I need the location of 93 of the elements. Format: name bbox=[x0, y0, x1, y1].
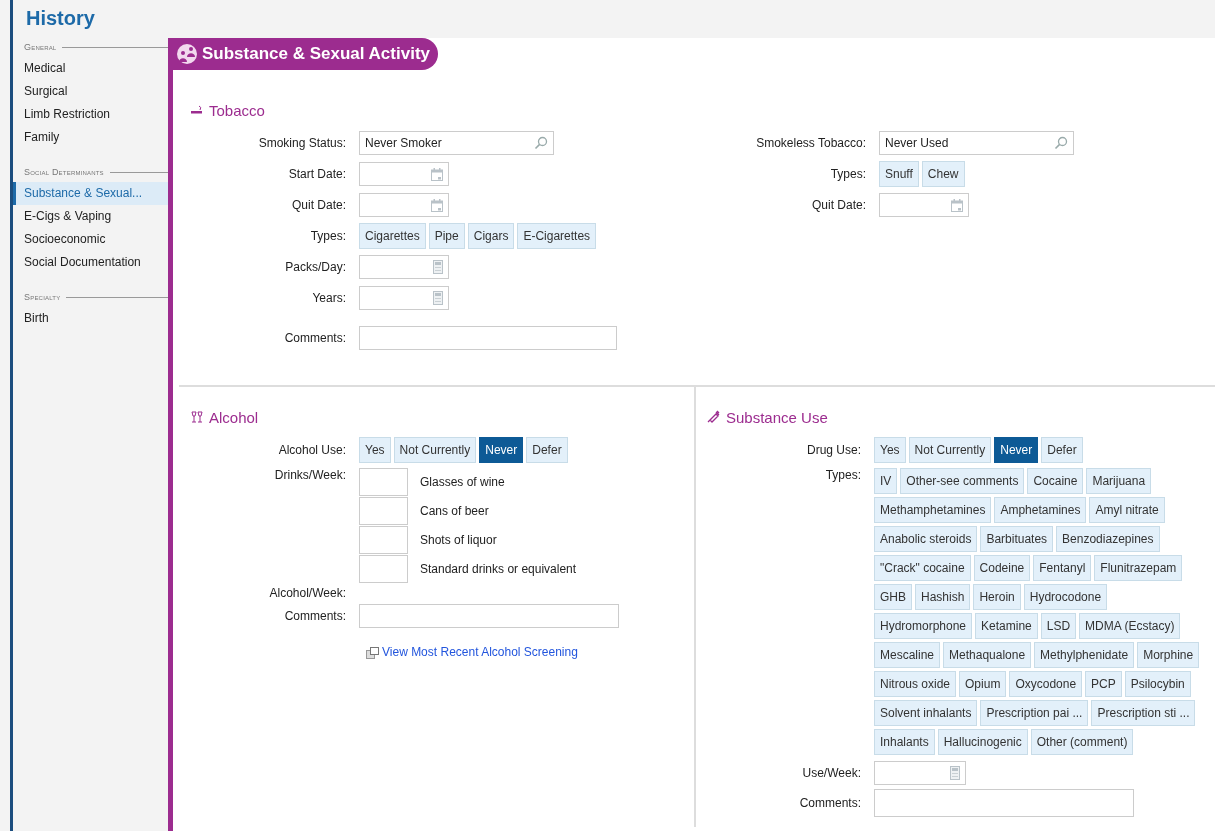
field-label: Comments: bbox=[798, 796, 861, 810]
section-heading: Alcohol bbox=[209, 408, 259, 426]
toggle-button[interactable]: Prescription pai ... bbox=[980, 700, 1089, 726]
toggle-button[interactable]: Not Currently bbox=[393, 437, 477, 463]
field-label: Smokeless Tobacco: bbox=[755, 136, 866, 150]
toggle-button[interactable]: Amphetamines bbox=[994, 497, 1087, 523]
nav-item[interactable]: Socioeconomic bbox=[13, 228, 168, 251]
toggle-button[interactable]: Flunitrazepam bbox=[1094, 555, 1183, 581]
screening-link[interactable]: View Most Recent Alcohol Screening bbox=[382, 645, 578, 659]
toggle-button[interactable]: Cigars bbox=[467, 223, 515, 249]
section-heading: Substance Use bbox=[726, 408, 828, 426]
field-label: Quit Date: bbox=[290, 198, 346, 212]
field-label: Comments: bbox=[283, 609, 346, 623]
toggle-button[interactable]: E-Cigarettes bbox=[517, 223, 597, 249]
toggle-button[interactable]: Cocaine bbox=[1027, 468, 1084, 494]
toggle-button[interactable]: Heroin bbox=[973, 584, 1021, 610]
field-label: Comments: bbox=[283, 331, 346, 345]
toggle-button[interactable]: Benzodiazepines bbox=[1056, 526, 1160, 552]
field-label: Years: bbox=[311, 291, 346, 305]
drink-label: Glasses of wine bbox=[420, 475, 505, 489]
toggle-button[interactable]: Oxycodone bbox=[1009, 671, 1083, 697]
toggle-button[interactable]: Hydromorphone bbox=[874, 613, 973, 639]
field-label: Drinks/Week: bbox=[273, 468, 346, 482]
field-label: Drug Use: bbox=[805, 443, 861, 457]
nav-item[interactable]: Medical bbox=[13, 57, 168, 80]
toggle-button[interactable]: Yes bbox=[359, 437, 391, 463]
field-label: Types: bbox=[824, 468, 861, 482]
nav-item[interactable]: Birth bbox=[13, 307, 168, 330]
toggle-button[interactable]: Methylphenidate bbox=[1034, 642, 1135, 668]
toggle-button[interactable]: Never bbox=[479, 437, 524, 463]
drink-label: Standard drinks or equivalent bbox=[420, 562, 577, 576]
field-label: Use/Week: bbox=[801, 766, 861, 780]
toggle-button[interactable]: Methaqualone bbox=[943, 642, 1032, 668]
lookup-field[interactable]: Never Smoker bbox=[359, 131, 554, 155]
toggle-button[interactable]: Solvent inhalants bbox=[874, 700, 978, 726]
nav-item[interactable]: Limb Restriction bbox=[13, 103, 168, 126]
toggle-button[interactable]: Pipe bbox=[428, 223, 465, 249]
section-header: Substance & Sexual Activity bbox=[170, 38, 438, 70]
toggle-button[interactable]: Yes bbox=[874, 437, 906, 463]
toggle-button[interactable]: Barbituates bbox=[980, 526, 1054, 552]
toggle-button[interactable]: Inhalants bbox=[874, 729, 935, 755]
lookup-field[interactable]: Never Used bbox=[879, 131, 1074, 155]
field-label: Start Date: bbox=[287, 167, 346, 181]
field-label: Packs/Day: bbox=[284, 260, 346, 274]
toggle-button[interactable]: LSD bbox=[1040, 613, 1077, 639]
toggle-button[interactable]: Not Currently bbox=[908, 437, 992, 463]
toggle-button[interactable]: Hallucinogenic bbox=[937, 729, 1028, 755]
toggle-button[interactable]: Fentanyl bbox=[1033, 555, 1092, 581]
toggle-button[interactable]: Hashish bbox=[915, 584, 971, 610]
toggle-button[interactable]: Codeine bbox=[973, 555, 1031, 581]
nav-item[interactable]: Surgical bbox=[13, 80, 168, 103]
section-heading: Tobacco bbox=[209, 101, 265, 119]
toggle-button[interactable]: Other (comment) bbox=[1030, 729, 1134, 755]
toggle-button[interactable]: Chew bbox=[921, 161, 965, 187]
toggle-button[interactable]: Nitrous oxide bbox=[874, 671, 957, 697]
toggle-button[interactable]: Never bbox=[994, 437, 1039, 463]
toggle-button[interactable]: Anabolic steroids bbox=[874, 526, 978, 552]
toggle-button[interactable]: GHB bbox=[874, 584, 912, 610]
field-label: Types: bbox=[829, 167, 866, 181]
nav-item[interactable]: E-Cigs & Vaping bbox=[13, 205, 168, 228]
drink-label: Cans of beer bbox=[420, 504, 489, 518]
page-title: History bbox=[26, 6, 95, 30]
group-heading: Social Determinants bbox=[24, 167, 104, 177]
drink-label: Shots of liquor bbox=[420, 533, 497, 547]
group-heading: Specialty bbox=[24, 292, 61, 302]
field-label: Smoking Status: bbox=[257, 136, 346, 150]
nav-item[interactable]: Substance & Sexual... bbox=[13, 182, 168, 205]
toggle-button[interactable]: Amyl nitrate bbox=[1089, 497, 1165, 523]
toggle-button[interactable]: Marijuana bbox=[1086, 468, 1152, 494]
toggle-button[interactable]: IV bbox=[874, 468, 898, 494]
toggle-button[interactable]: Defer bbox=[526, 437, 568, 463]
nav-item[interactable]: Social Documentation bbox=[13, 251, 168, 274]
toggle-button[interactable]: Cigarettes bbox=[359, 223, 426, 249]
field-label: Quit Date: bbox=[810, 198, 866, 212]
field-label: Alcohol/Week: bbox=[268, 586, 346, 600]
toggle-button[interactable]: Mescaline bbox=[874, 642, 941, 668]
field-label: Alcohol Use: bbox=[277, 443, 346, 457]
toggle-button[interactable]: "Crack" cocaine bbox=[874, 555, 971, 581]
toggle-button[interactable]: Defer bbox=[1041, 437, 1083, 463]
toggle-button[interactable]: Prescription sti ... bbox=[1091, 700, 1196, 726]
toggle-button[interactable]: MDMA (Ecstacy) bbox=[1079, 613, 1181, 639]
group-heading: General bbox=[24, 42, 57, 52]
toggle-button[interactable]: Hydrocodone bbox=[1023, 584, 1108, 610]
toggle-button[interactable]: Methamphetamines bbox=[874, 497, 992, 523]
toggle-button[interactable]: Psilocybin bbox=[1124, 671, 1191, 697]
nav-item[interactable]: Family bbox=[13, 126, 168, 149]
toggle-button[interactable]: Snuff bbox=[879, 161, 919, 187]
toggle-button[interactable]: Opium bbox=[959, 671, 1007, 697]
toggle-button[interactable]: PCP bbox=[1085, 671, 1122, 697]
toggle-button[interactable]: Other-see comments bbox=[900, 468, 1025, 494]
toggle-button[interactable]: Ketamine bbox=[975, 613, 1038, 639]
toggle-button[interactable]: Morphine bbox=[1137, 642, 1200, 668]
field-label: Types: bbox=[309, 229, 346, 243]
